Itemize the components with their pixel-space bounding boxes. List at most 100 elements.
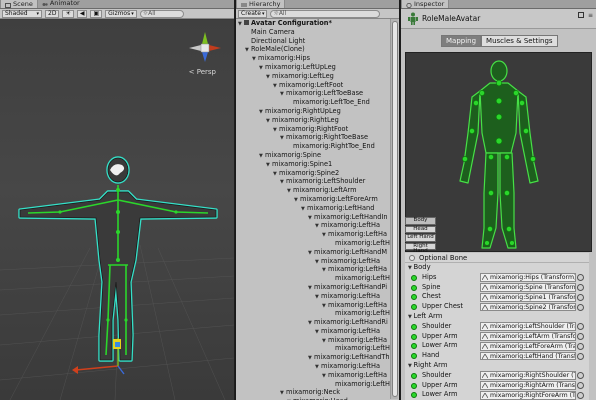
body-part-button-head[interactable]: Head xyxy=(405,225,436,233)
bone-transform-field[interactable]: mixamorig:RightShoulder (Transform) xyxy=(480,371,576,381)
hierarchy-node[interactable]: ▼ mixamorig:LeftHa xyxy=(236,230,390,239)
mode-2d-label: 2D xyxy=(48,9,57,17)
projection-label[interactable]: < Persp xyxy=(189,68,216,76)
object-picker-icon[interactable] xyxy=(577,284,584,292)
hierarchy-node[interactable]: ▼ mixamorig:LeftToeBase xyxy=(236,89,390,98)
hierarchy-node[interactable]: ▼ mixamorig:LeftLeg xyxy=(236,72,390,81)
object-picker-icon[interactable] xyxy=(577,372,584,380)
hierarchy-node[interactable]: ▼ mixamorig:Hips xyxy=(236,54,390,63)
create-dropdown[interactable]: Create ▾ xyxy=(238,9,268,18)
hierarchy-node[interactable]: Directional Light xyxy=(236,37,390,46)
tab-inspector[interactable]: Inspector xyxy=(401,0,450,8)
hierarchy-node[interactable]: mixamorig:LeftHa xyxy=(236,344,390,353)
object-picker-icon[interactable] xyxy=(577,342,584,350)
hierarchy-node[interactable]: ▼ RoleMale(Clone) xyxy=(236,45,390,54)
hierarchy-node[interactable]: ▼ mixamorig:Spine2 xyxy=(236,169,390,178)
hierarchy-node[interactable]: mixamorig:LeftHa xyxy=(236,309,390,318)
object-picker-icon[interactable] xyxy=(577,293,584,301)
body-part-button-body[interactable]: Body xyxy=(405,217,436,225)
tab-scene[interactable]: Scene xyxy=(0,0,38,8)
hierarchy-node[interactable]: ▼ mixamorig:LeftHa xyxy=(236,292,390,301)
hierarchy-node[interactable]: ▼ mixamorig:RightUpLeg xyxy=(236,107,390,116)
tab-mapping[interactable]: Mapping xyxy=(441,35,482,47)
object-picker-icon[interactable] xyxy=(577,352,584,360)
bone-transform-field[interactable]: mixamorig:RightForeArm (Transform) xyxy=(480,390,576,400)
audio-toggle[interactable]: ◀ xyxy=(76,9,88,18)
hierarchy-node[interactable]: ▼ mixamorig:LeftHandRi xyxy=(236,318,390,327)
hierarchy-root[interactable]: ▼ Avatar Configuration* xyxy=(236,19,390,28)
bone-row: Upper Arm mixamorig:RightArm (Transform) xyxy=(405,381,589,391)
hierarchy-node[interactable]: ▼ mixamorig:LeftShoulder xyxy=(236,177,390,186)
hierarchy-node[interactable]: ▼ mixamorig:LeftHandPi xyxy=(236,283,390,292)
hierarchy-node[interactable]: mixamorig:LeftHa xyxy=(236,239,390,248)
hierarchy-node[interactable]: ▼ mixamorig:LeftHandTh xyxy=(236,353,390,362)
hierarchy-node[interactable]: ▼ mixamorig:LeftForeArm xyxy=(236,195,390,204)
scene-viewport[interactable]: < Persp xyxy=(0,20,234,400)
hierarchy-node[interactable]: ▼ mixamorig:LeftHa xyxy=(236,371,390,380)
bone-group-header[interactable]: ▼ Left Arm xyxy=(405,312,589,322)
hierarchy-node[interactable]: ▼ mixamorig:LeftHandM xyxy=(236,248,390,257)
mode-2d-toggle[interactable]: 2D xyxy=(45,9,60,18)
bone-transform-field[interactable]: mixamorig:Spine2 (Transform) xyxy=(480,302,576,312)
hierarchy-node[interactable]: ▼ mixamorig:RightFoot xyxy=(236,125,390,134)
hierarchy-node[interactable]: ▼ mixamorig:LeftHa xyxy=(236,362,390,371)
body-part-button-right-hand[interactable]: Right Hand xyxy=(405,242,436,254)
bone-group-header[interactable]: ▼ Body xyxy=(405,263,589,273)
effects-dropdown[interactable]: ▣ xyxy=(90,9,103,18)
bone-transform-field[interactable]: mixamorig:Spine (Transform) xyxy=(480,283,576,292)
hierarchy-node[interactable]: ▼ mixamorig:LeftHa xyxy=(236,336,390,345)
bone-transform-field[interactable]: mixamorig:LeftForeArm (Transform) xyxy=(480,341,576,351)
bone-transform-field[interactable]: mixamorig:RightArm (Transform) xyxy=(480,381,576,390)
object-picker-icon[interactable] xyxy=(577,274,584,282)
object-picker-icon[interactable] xyxy=(577,323,584,331)
create-label: Create xyxy=(241,9,261,17)
lock-icon[interactable] xyxy=(578,12,584,18)
bone-transform-field[interactable]: mixamorig:LeftShoulder (Transform) xyxy=(480,322,576,332)
object-picker-icon[interactable] xyxy=(577,333,584,341)
lighting-toggle[interactable]: ☀ xyxy=(62,9,74,18)
hierarchy-node[interactable]: mixamorig:RightToe_End xyxy=(236,142,390,151)
tab-animator[interactable]: Animator xyxy=(38,0,84,8)
hierarchy-scroll-thumb[interactable] xyxy=(392,21,398,397)
sun-icon: ☀ xyxy=(65,9,71,17)
hierarchy-node[interactable]: mixamorig:LeftHa xyxy=(236,274,390,283)
optional-bone-icon xyxy=(409,254,415,261)
hierarchy-node[interactable]: ▼ mixamorig:LeftFoot xyxy=(236,81,390,90)
hierarchy-node[interactable]: ▼ mixamorig:LeftHa xyxy=(236,257,390,266)
hierarchy-node[interactable]: ▼ mixamorig:LeftArm xyxy=(236,186,390,195)
hierarchy-node[interactable]: ▼ mixamorig:Neck xyxy=(236,388,390,397)
tab-inspector-label: Inspector xyxy=(414,0,445,8)
gizmos-dropdown[interactable]: Gizmos ▾ xyxy=(105,9,137,18)
hierarchy-node[interactable]: ▼ mixamorig:LeftHa xyxy=(236,221,390,230)
hierarchy-node[interactable]: Main Camera xyxy=(236,28,390,37)
hierarchy-node[interactable]: ▼ mixamorig:RightToeBase xyxy=(236,133,390,142)
hierarchy-search-input[interactable]: ☼All xyxy=(270,9,381,18)
body-part-button-left-hand[interactable]: Left Hand xyxy=(405,234,436,242)
hierarchy-node[interactable]: mixamorig:LeftHa xyxy=(236,380,390,389)
hierarchy-node-label: Directional Light xyxy=(251,36,306,45)
hierarchy-node[interactable]: ▼ mixamorig:LeftHa xyxy=(236,301,390,310)
hierarchy-node[interactable]: ▼ mixamorig:RightLeg xyxy=(236,116,390,125)
hierarchy-scrollbar[interactable] xyxy=(390,19,398,399)
scene-search-input[interactable]: ☼All xyxy=(139,9,184,18)
hierarchy-node[interactable]: ▼ mixamorig:LeftHand xyxy=(236,204,390,213)
object-picker-icon[interactable] xyxy=(577,382,584,390)
shading-mode-dropdown[interactable]: Shaded ▾ xyxy=(2,9,42,18)
bone-transform-field[interactable]: mixamorig:Spine1 (Transform) xyxy=(480,292,576,302)
hierarchy-node[interactable]: ▼ mixamorig:LeftHa xyxy=(236,265,390,274)
pane-menu-icon[interactable]: ≡ xyxy=(588,12,593,19)
tab-hierarchy[interactable]: Hierarchy xyxy=(236,0,286,8)
bone-group-header[interactable]: ▼ Right Arm xyxy=(405,361,589,371)
hierarchy-node[interactable]: ▼ mixamorig:LeftHa xyxy=(236,327,390,336)
object-picker-icon[interactable] xyxy=(577,391,584,399)
tab-muscles-settings[interactable]: Muscles & Settings xyxy=(481,35,558,47)
object-picker-icon[interactable] xyxy=(577,303,584,311)
hierarchy-node[interactable]: ▼ mixamorig:Spine1 xyxy=(236,160,390,169)
bone-transform-field[interactable]: mixamorig:LeftHand (Transform) xyxy=(480,351,576,361)
bone-transform-field[interactable]: mixamorig:Hips (Transform) xyxy=(480,273,576,283)
hierarchy-node[interactable]: ▼ mixamorig:LeftHandIn xyxy=(236,213,390,222)
hierarchy-node[interactable]: mixamorig:LeftToe_End xyxy=(236,98,390,107)
hierarchy-node[interactable]: ▼ mixamorig:LeftUpLeg xyxy=(236,63,390,72)
hierarchy-node[interactable]: ▼ mixamorig:Spine xyxy=(236,151,390,160)
bone-transform-field[interactable]: mixamorig:LeftArm (Transform) xyxy=(480,332,576,341)
